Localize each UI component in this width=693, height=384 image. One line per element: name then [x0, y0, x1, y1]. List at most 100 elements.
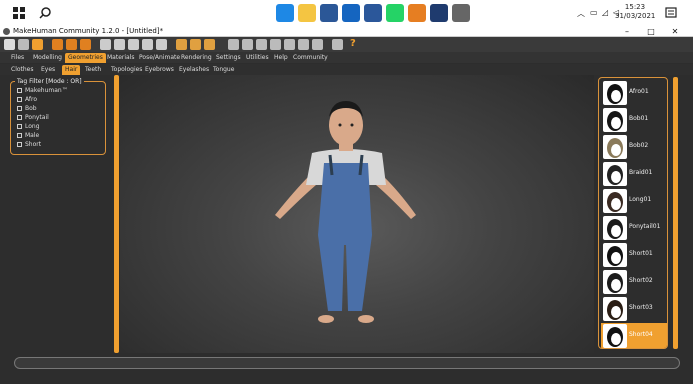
minimize-button[interactable]: – — [620, 26, 634, 37]
bottom-bar — [0, 353, 693, 384]
maximize-button[interactable]: □ — [644, 26, 658, 37]
tab-community[interactable]: Community — [290, 53, 331, 63]
file-explorer-app-icon[interactable] — [298, 4, 316, 22]
close-button[interactable]: ✕ — [668, 26, 682, 37]
hair-thumbnail — [603, 243, 627, 267]
clock-time: 15:23 — [624, 3, 646, 11]
tab-files[interactable]: Files — [8, 53, 27, 63]
app-screen: ︿ ▭ ◿ ◁ 15:23 31/03/2021 MakeHuman Commu… — [0, 0, 693, 384]
window-title: MakeHuman Community 1.2.0 - [Untitled]* — [13, 27, 164, 35]
tab-hair[interactable]: Hair — [62, 65, 81, 75]
hair-item-short02[interactable]: Short02 — [601, 269, 667, 295]
material-view-icon[interactable] — [284, 39, 295, 50]
hair-item-bob02[interactable]: Bob02 — [601, 134, 667, 160]
tab-topologies[interactable]: Topologies — [108, 65, 145, 75]
chevron-up-icon[interactable]: ︿ — [577, 8, 585, 19]
tab-clothes[interactable]: Clothes — [8, 65, 37, 75]
steam-like-app-icon[interactable] — [452, 4, 470, 22]
tag-checkbox-male[interactable]: Male — [17, 132, 39, 140]
screenshot-icon[interactable] — [332, 39, 343, 50]
head-view-icon[interactable] — [228, 39, 239, 50]
hair-item-label: Afro01 — [629, 88, 649, 95]
clock-date: 31/03/2021 — [615, 12, 656, 20]
face-view-icon[interactable] — [242, 39, 253, 50]
hair-item-afro01[interactable]: Afro01 — [601, 80, 667, 106]
wifi-icon[interactable]: ◿ — [602, 8, 608, 17]
main-tab-bar: Files Modelling Geometries Materials Pos… — [0, 52, 693, 63]
help-icon[interactable]: ? — [350, 38, 356, 49]
tab-utilities[interactable]: Utilities — [243, 53, 272, 63]
background-icon[interactable] — [156, 39, 167, 50]
app-orange-app-icon[interactable] — [408, 4, 426, 22]
redo-icon[interactable] — [66, 39, 77, 50]
save-icon[interactable] — [18, 39, 29, 50]
hair-item-ponytail01[interactable]: Ponytail01 — [601, 215, 667, 241]
tab-settings[interactable]: Settings — [213, 53, 244, 63]
export-icon[interactable] — [32, 39, 43, 50]
mail-app-icon[interactable] — [320, 4, 338, 22]
right-panel: Afro01 Bob01 Bob02 Braid01 Long01 Ponytail01 S… — [596, 75, 682, 353]
tab-eyelashes[interactable]: Eyelashes — [176, 65, 212, 75]
right-eye — [350, 123, 354, 127]
word-app-icon[interactable] — [364, 4, 382, 22]
right-foot — [358, 315, 374, 323]
tag-checkbox-ponytail[interactable]: Ponytail — [17, 114, 49, 122]
reset-icon[interactable] — [80, 39, 91, 50]
sub-tab-bar: Clothes Eyes Hair Teeth Topologies Eyebr… — [0, 64, 693, 75]
hair-list-scrollbar[interactable] — [673, 77, 678, 349]
hair-item-bob01[interactable]: Bob01 — [601, 107, 667, 133]
tab-pose-animate[interactable]: Pose/Animate — [136, 53, 183, 63]
battery-icon[interactable]: ▭ — [590, 8, 598, 17]
tag-checkbox-long[interactable]: Long — [17, 123, 40, 131]
tag-checkbox-short[interactable]: Short — [17, 141, 41, 149]
taskbar-clock[interactable]: 15:23 31/03/2021 — [615, 3, 655, 21]
tab-help[interactable]: Help — [271, 53, 291, 63]
hair-item-label: Short04 — [629, 331, 653, 338]
pose-icon[interactable] — [128, 39, 139, 50]
hair-item-short01[interactable]: Short01 — [601, 242, 667, 268]
body-view-icon[interactable] — [256, 39, 267, 50]
side-view-icon[interactable] — [190, 39, 201, 50]
overalls — [318, 163, 372, 311]
tab-eyes[interactable]: Eyes — [38, 65, 58, 75]
camera-icon[interactable] — [312, 39, 323, 50]
tag-checkbox-makehuman[interactable]: Makehuman™ — [17, 87, 68, 95]
dropbox-app-icon[interactable] — [342, 4, 360, 22]
smooth-icon[interactable] — [100, 39, 111, 50]
tab-teeth[interactable]: Teeth — [82, 65, 104, 75]
tab-materials[interactable]: Materials — [104, 53, 138, 63]
windows-start-icon[interactable] — [12, 6, 26, 20]
hair-item-short04[interactable]: Short04 — [601, 323, 667, 348]
hair-item-label: Bob02 — [629, 142, 649, 149]
tab-eyebrows[interactable]: Eyebrows — [142, 65, 177, 75]
new-file-icon[interactable] — [4, 39, 15, 50]
tab-rendering[interactable]: Rendering — [178, 53, 215, 63]
top-view-icon[interactable] — [204, 39, 215, 50]
hair-item-long01[interactable]: Long01 — [601, 188, 667, 214]
tag-checkbox-afro[interactable]: Afro — [17, 96, 37, 104]
main-toolbar: ? — [0, 37, 693, 52]
window-titlebar: MakeHuman Community 1.2.0 - [Untitled]* … — [0, 26, 693, 37]
hair-item-label: Braid01 — [629, 169, 653, 176]
hair-item-braid01[interactable]: Braid01 — [601, 161, 667, 187]
screen-app-icon[interactable] — [430, 4, 448, 22]
windows-taskbar: ︿ ▭ ◿ ◁ 15:23 31/03/2021 — [0, 0, 693, 26]
hair-item-short03[interactable]: Short03 — [601, 296, 667, 322]
tab-modelling[interactable]: Modelling — [30, 53, 65, 63]
search-icon[interactable] — [38, 6, 52, 20]
tag-checkbox-bob[interactable]: Bob — [17, 105, 37, 113]
hair-thumbnail — [603, 189, 627, 213]
tab-tongue[interactable]: Tongue — [210, 65, 237, 75]
left-splitter[interactable] — [114, 75, 119, 353]
front-view-icon[interactable] — [176, 39, 187, 50]
edge-app-icon[interactable] — [276, 4, 294, 22]
wireframe-icon[interactable] — [114, 39, 125, 50]
undo-icon[interactable] — [52, 39, 63, 50]
symmetry-icon[interactable] — [298, 39, 309, 50]
tab-geometries[interactable]: Geometries — [65, 53, 106, 63]
skin-view-icon[interactable] — [270, 39, 281, 50]
whatsapp-app-icon[interactable] — [386, 4, 404, 22]
3d-viewport[interactable] — [120, 75, 594, 353]
grid-icon[interactable] — [142, 39, 153, 50]
notification-icon[interactable] — [664, 6, 678, 20]
